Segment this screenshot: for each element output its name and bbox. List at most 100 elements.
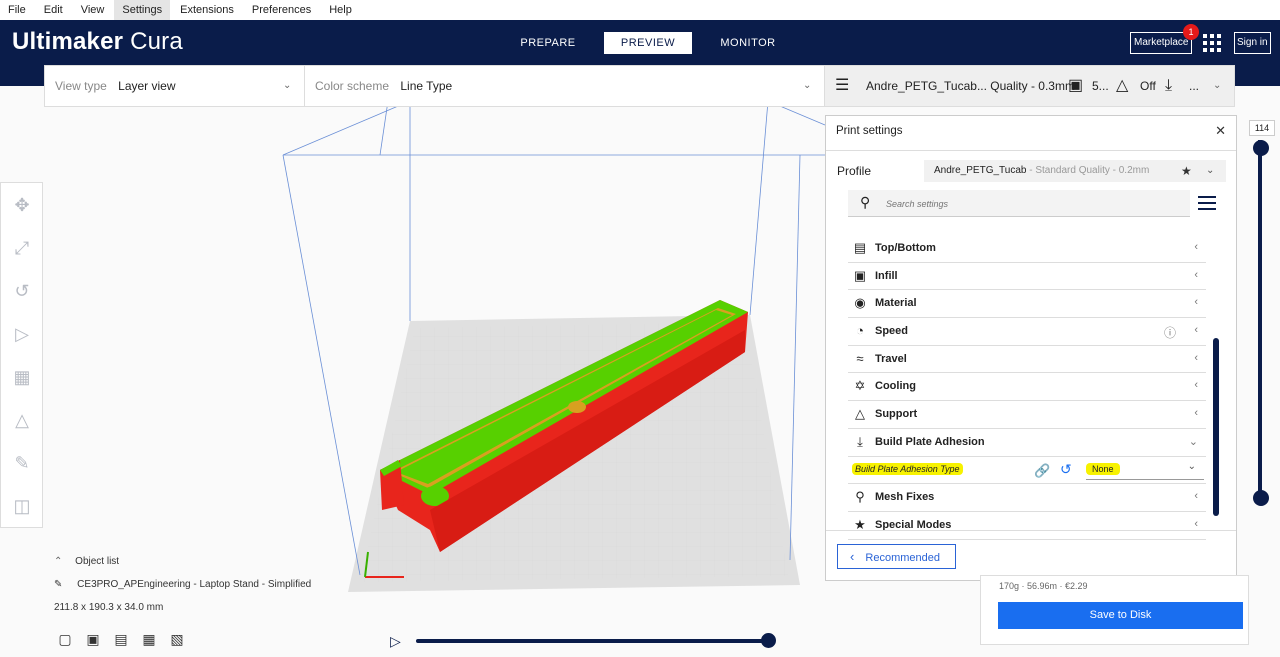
adhesion-icon: ⤓: [857, 433, 863, 449]
panel-title: Print settings: [836, 125, 903, 137]
category-material[interactable]: ◉ Material ‹: [848, 290, 1206, 319]
chevron-left-icon: ‹: [1194, 379, 1198, 392]
color-scheme-selector[interactable]: Color scheme Line Type: [315, 66, 452, 106]
link-icon[interactable]: 🔗: [1034, 463, 1050, 479]
view-type-selector[interactable]: View type Layer view: [55, 66, 176, 106]
search-input[interactable]: [884, 193, 1178, 215]
object-name: CE3PRO_APEngineering - Laptop Stand - Si…: [77, 579, 312, 590]
measure-icon[interactable]: ✎: [10, 451, 34, 475]
layer-number[interactable]: 114: [1249, 120, 1275, 136]
category-infill[interactable]: ▣ Infill ‹: [848, 263, 1206, 291]
menu-view[interactable]: View: [73, 0, 113, 20]
print-settings-panel: Print settings ✕ Profile Andre_PETG_Tuca…: [825, 115, 1237, 581]
chevron-left-icon: ‹: [850, 549, 855, 564]
rotate-icon[interactable]: ↺: [10, 279, 34, 303]
support-blocker-icon[interactable]: △: [10, 408, 34, 432]
adhesion-icon: ⤓: [1165, 77, 1173, 94]
cooling-icon: ✡: [854, 378, 866, 394]
infill-icon: ▣: [853, 267, 867, 283]
menu-file[interactable]: File: [0, 0, 34, 20]
sign-in-button[interactable]: Sign in: [1234, 32, 1271, 54]
chevron-up-icon: ⌃: [54, 556, 63, 567]
search-icon: ⚲: [860, 194, 871, 210]
stage-tabs: PREPARE PREVIEW MONITOR: [504, 32, 804, 54]
category-speed[interactable]: ◔ Speed ⓘ ‹: [848, 318, 1206, 346]
chevron-down-icon[interactable]: ⌄: [803, 66, 811, 106]
view-bar: View type Layer view ⌄ Color scheme Line…: [44, 65, 826, 107]
profile-summary: Andre_PETG_Tucab... Quality - 0.3mm: [866, 79, 1075, 93]
mirror-icon[interactable]: ▷: [10, 322, 34, 346]
view-orientation-buttons: ▢ ▣ ▤ ▦ ▧: [56, 630, 186, 648]
left-view-icon[interactable]: ▦: [140, 630, 158, 648]
chevron-down-icon[interactable]: ⌄: [1206, 160, 1214, 182]
close-icon[interactable]: ✕: [1215, 123, 1226, 139]
color-scheme-value: Line Type: [400, 79, 453, 93]
profile-dropdown[interactable]: Andre_PETG_Tucab - Standard Quality - 0.…: [924, 160, 1226, 182]
chevron-left-icon: ‹: [1194, 296, 1198, 309]
category-cooling[interactable]: ✡ Cooling ‹: [848, 373, 1206, 402]
top-bottom-icon: ▤: [853, 240, 867, 255]
travel-icon: ≈: [856, 350, 864, 366]
move-icon[interactable]: ✥: [10, 193, 34, 217]
print-setup-selector[interactable]: ☰ Andre_PETG_Tucab... Quality - 0.3mm ▣ …: [824, 65, 1235, 107]
object-list-toggle[interactable]: ⌃ Object list: [54, 556, 311, 567]
menu-extensions[interactable]: Extensions: [172, 0, 242, 20]
chevron-left-icon: ‹: [1194, 241, 1198, 253]
save-to-disk-button[interactable]: Save to Disk: [998, 602, 1243, 629]
tab-prepare[interactable]: PREPARE: [504, 32, 592, 54]
scale-icon[interactable]: ⤢: [10, 236, 34, 260]
object-list-title: Object list: [75, 556, 120, 567]
play-icon[interactable]: ▷: [390, 633, 401, 650]
reset-icon[interactable]: ↺: [1060, 461, 1072, 478]
category-special-modes[interactable]: ★ Special Modes ‹: [848, 512, 1206, 540]
recommended-button[interactable]: ‹ Recommended: [837, 544, 956, 569]
color-scheme-label: Color scheme: [315, 79, 390, 93]
print-estimate: 170g · 56.96m · €2.29: [999, 581, 1088, 591]
infill-summary: 5...: [1092, 79, 1109, 93]
front-view-icon[interactable]: ▣: [84, 630, 102, 648]
support-icon: △: [1116, 77, 1129, 94]
material-icon: ◉: [854, 295, 866, 311]
settings-scrollbar[interactable]: [1213, 338, 1219, 516]
layer-slider-top-handle[interactable]: [1253, 140, 1269, 156]
right-view-icon[interactable]: ▧: [168, 630, 186, 648]
sliders-icon: ☰: [835, 77, 850, 94]
category-build-plate-adhesion[interactable]: ⤓ Build Plate Adhesion ⌄: [848, 429, 1206, 457]
adhesion-type-dropdown[interactable]: None ⌄: [1086, 461, 1204, 480]
category-top-bottom[interactable]: ▤ Top/Bottom ‹: [848, 235, 1206, 263]
adhesion-summary: ...: [1189, 79, 1200, 93]
object-dimensions: 211.8 x 190.3 x 34.0 mm: [54, 602, 164, 613]
apps-grid-icon[interactable]: [1203, 34, 1221, 52]
simulation-progress-bar[interactable]: [416, 639, 770, 643]
brand-light: Cura: [130, 28, 183, 55]
profile-label: Profile: [837, 164, 872, 178]
edit-icon[interactable]: ✎: [54, 579, 62, 590]
tab-monitor[interactable]: MONITOR: [704, 32, 792, 54]
chevron-left-icon: ‹: [1194, 351, 1198, 364]
category-mesh-fixes[interactable]: ⚲ Mesh Fixes ‹: [848, 484, 1206, 512]
setting-label: Build Plate Adhesion Type: [852, 462, 963, 475]
tab-preview[interactable]: PREVIEW: [604, 32, 692, 54]
3d-view-icon[interactable]: ▢: [56, 630, 74, 648]
per-model-settings-icon[interactable]: ▦: [10, 365, 34, 389]
menu-edit[interactable]: Edit: [36, 0, 71, 20]
chevron-left-icon: ‹: [1194, 324, 1198, 337]
mesh-fixes-icon: ⚲: [855, 489, 865, 505]
menu-preferences[interactable]: Preferences: [244, 0, 319, 20]
star-icon[interactable]: ★: [1181, 160, 1192, 182]
layer-slider-bottom-handle[interactable]: [1253, 490, 1269, 506]
adhesion-type-value: None: [1086, 462, 1120, 475]
layer-slider[interactable]: [1253, 140, 1269, 510]
category-support[interactable]: △ Support ‹: [848, 401, 1206, 429]
simulation-progress-handle[interactable]: [761, 633, 776, 648]
speed-icon: ◔: [856, 323, 864, 339]
mesh-tools-icon[interactable]: ◫: [10, 494, 34, 518]
settings-menu-icon[interactable]: [1198, 196, 1216, 212]
category-travel[interactable]: ≈ Travel ‹: [848, 346, 1206, 374]
chevron-down-icon[interactable]: ⌄: [283, 66, 291, 106]
search-settings-field[interactable]: ⚲: [848, 190, 1190, 217]
menu-help[interactable]: Help: [321, 0, 360, 20]
info-icon[interactable]: ⓘ: [1164, 324, 1176, 341]
menu-settings[interactable]: Settings: [114, 0, 171, 20]
top-view-icon[interactable]: ▤: [112, 630, 130, 648]
